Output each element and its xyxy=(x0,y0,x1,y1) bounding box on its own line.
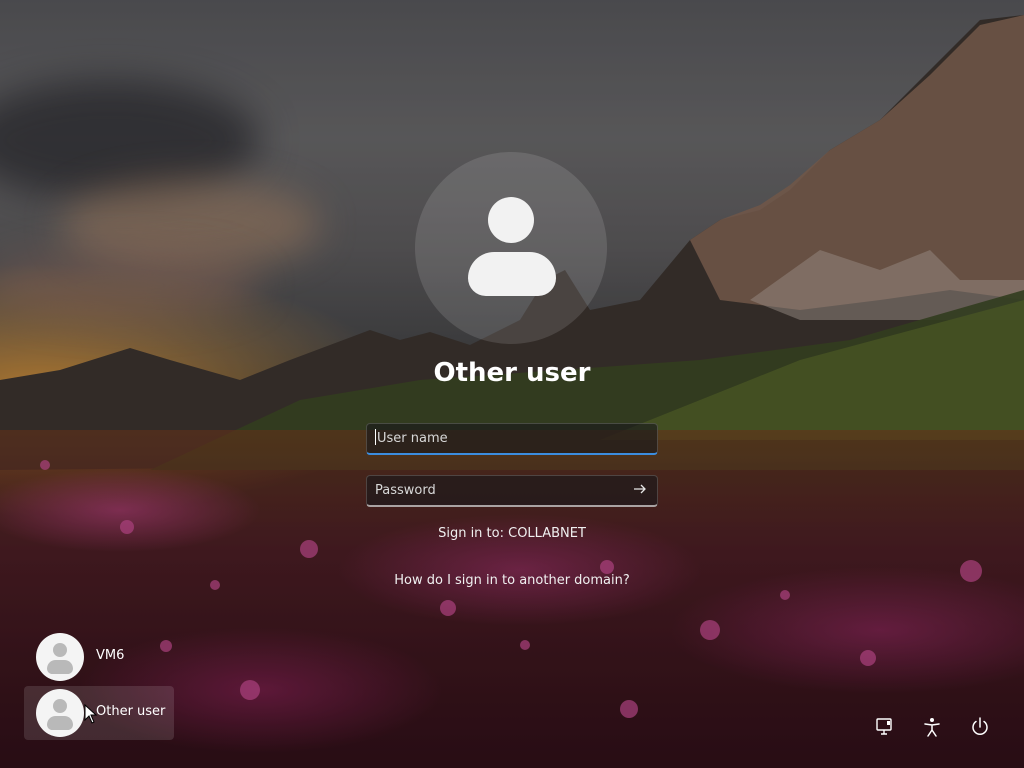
user-avatar-large xyxy=(415,152,607,344)
text-caret xyxy=(375,429,376,445)
user-list-item-vm6[interactable]: VM6 xyxy=(24,630,174,684)
other-domain-help-link[interactable]: How do I sign in to another domain? xyxy=(0,573,1024,588)
user-list-item-other-user[interactable]: Other user xyxy=(24,686,174,740)
user-list-name: VM6 xyxy=(96,648,125,663)
person-icon-head xyxy=(488,197,534,243)
sign-in-domain-text: Sign in to: COLLABNET xyxy=(438,526,586,541)
power-icon[interactable] xyxy=(965,712,995,742)
mouse-cursor-icon xyxy=(84,704,98,724)
password-field[interactable]: Password xyxy=(366,475,658,507)
submit-arrow-icon[interactable] xyxy=(627,478,653,504)
accessibility-icon[interactable] xyxy=(917,712,947,742)
user-avatar-icon xyxy=(36,689,84,737)
username-placeholder: User name xyxy=(377,431,448,446)
password-placeholder: Password xyxy=(375,483,436,498)
selected-user-name: Other user xyxy=(433,358,591,388)
user-list-name: Other user xyxy=(96,704,166,719)
user-avatar-icon xyxy=(36,633,84,681)
network-icon[interactable] xyxy=(869,712,899,742)
username-field[interactable]: User name xyxy=(366,423,658,455)
person-icon-body xyxy=(468,252,556,296)
